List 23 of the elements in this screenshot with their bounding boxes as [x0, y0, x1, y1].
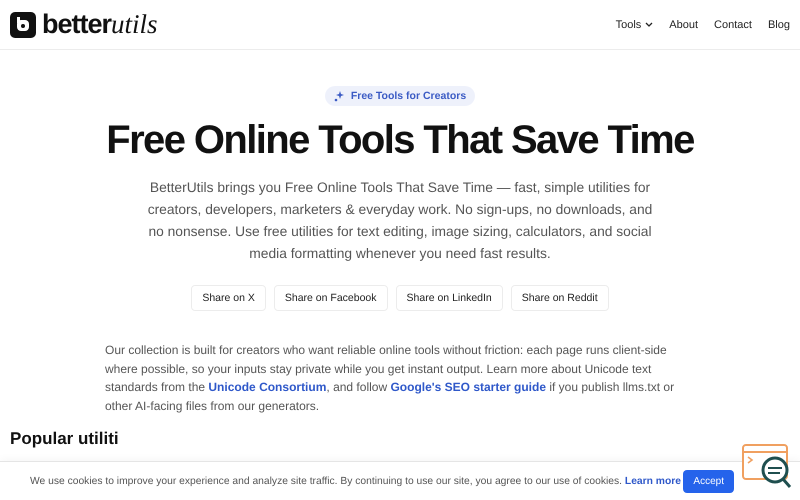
nav-link[interactable]: Contact — [714, 18, 752, 30]
share-button[interactable]: Share on LinkedIn — [396, 285, 503, 311]
learn-more-link[interactable]: Learn more — [624, 476, 681, 486]
subtitle: BetterUtils brings you Free Online Tools That Save Time — fast, simple utilities for creators, developers, marketers & everyday work. No sign-ups, no downloads, and no nonsense. Use free utilities for text editing, image sizing, calculators, and social media formatting whenever you need fast results. — [146, 179, 654, 263]
cookie-message: We use cookies to improve your experience and analyze site traffic. By continuing to use our site, you agree to our use of cookies. Learn more — [30, 476, 682, 486]
logo-text[interactable]: betterutils — [42, 9, 158, 40]
nav-link[interactable]: Blog — [768, 18, 790, 30]
text-link[interactable]: Google's SEO starter guide — [390, 380, 546, 394]
section-heading: Popular utiliti — [10, 429, 120, 449]
badge: Free Tools for Creators — [324, 86, 476, 106]
intro-paragraph: Our collection is built for creators who want reliable online tools without friction: each page runs client-side where possible, so your inputs stay private while you get instant output. Learn more about Unicode text standards from the Unicode Consortium, and follow Google's SEO starter guide if you publish llms.txt or other AI-facing files from our generators. — [105, 342, 676, 414]
accept-button[interactable]: Accept — [683, 470, 734, 492]
page-title: Free Online Tools That Save Time — [106, 118, 694, 163]
share-button[interactable]: Share on Reddit — [510, 285, 609, 311]
sparkle-icon — [334, 90, 345, 102]
nav-link[interactable]: About — [669, 18, 698, 30]
share-button[interactable]: Share on Facebook — [274, 285, 388, 311]
nav-link[interactable]: Tools — [616, 18, 654, 30]
text-link[interactable]: Unicode Consortium — [208, 380, 326, 394]
terminal-search-icon[interactable] — [742, 444, 792, 490]
logo-icon — [10, 12, 36, 38]
share-button[interactable]: Share on X — [191, 285, 266, 311]
chevron-icon — [645, 22, 654, 28]
